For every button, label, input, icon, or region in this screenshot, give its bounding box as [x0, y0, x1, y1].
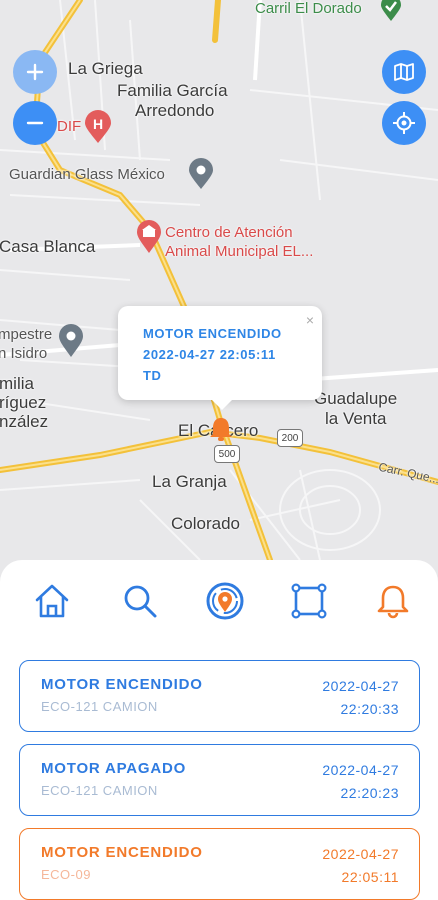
- place-label-carril-el-dorado: Carril El Dorado: [255, 0, 362, 17]
- minus-icon: [26, 121, 44, 125]
- event-date: 2022-04-27: [322, 762, 399, 778]
- zoom-in-button[interactable]: [13, 50, 57, 94]
- crosshair-icon: [393, 112, 415, 134]
- place-label-rodriguez: ríguez: [0, 393, 47, 412]
- event-vehicle: ECO-121 CAMION: [41, 783, 158, 798]
- my-location-button[interactable]: [382, 101, 426, 145]
- place-label-casa-blanca: Casa Blanca: [0, 237, 96, 256]
- place-label-campestre: mpestre: [0, 326, 53, 343]
- event-card[interactable]: MOTOR APAGADO ECO-121 CAMION 2022-04-27 …: [19, 744, 420, 816]
- event-title: MOTOR ENCENDIDO: [41, 676, 203, 693]
- nav-geofence-button[interactable]: [289, 581, 329, 621]
- place-label-animal-municipal: Animal Municipal EL...: [165, 243, 314, 260]
- event-vehicle: ECO-09: [41, 867, 91, 882]
- place-label-gonzalez: nzález: [0, 412, 49, 431]
- zoom-out-button[interactable]: [13, 101, 57, 145]
- place-label-guardian: Guardian Glass México: [9, 166, 165, 183]
- search-icon: [124, 585, 157, 618]
- event-date: 2022-04-27: [322, 678, 399, 694]
- nav-search-button[interactable]: [120, 581, 160, 621]
- place-label-familia: milia: [0, 374, 34, 393]
- place-pin-icon: [380, 0, 402, 27]
- map-layers-button[interactable]: [382, 50, 426, 94]
- place-label-la-granja: La Granja: [152, 472, 227, 491]
- map-icon: [394, 63, 414, 81]
- vehicle-marker-icon[interactable]: [206, 414, 236, 449]
- place-label-guadalupe: Guadalupe: [314, 389, 398, 408]
- event-card[interactable]: MOTOR ENCENDIDO ECO-09 2022-04-27 22:05:…: [19, 828, 420, 900]
- road-shield-200: 200: [277, 429, 303, 447]
- popup-close-icon[interactable]: ×: [306, 312, 314, 328]
- place-label-centro-atencion: Centro de Atención: [165, 224, 293, 241]
- event-time: 22:20:23: [340, 785, 399, 801]
- popup-event-title: MOTOR ENCENDIDO: [143, 326, 282, 341]
- bell-icon: [377, 585, 409, 619]
- nav-alerts-button[interactable]: [373, 581, 413, 621]
- place-label-familia-garcia: Familia García: [117, 81, 228, 100]
- event-time: 22:05:11: [341, 869, 399, 885]
- nav-tracking-button[interactable]: [205, 581, 245, 621]
- place-label-arredondo: Arredondo: [135, 101, 215, 120]
- event-popup[interactable]: MOTOR ENCENDIDO 2022-04-27 22:05:11 TD ×: [118, 306, 322, 410]
- popup-event-datetime: 2022-04-27 22:05:11: [143, 347, 276, 362]
- event-time: 22:20:33: [340, 701, 399, 717]
- plus-icon: [26, 63, 44, 81]
- svg-text:H: H: [93, 116, 103, 132]
- event-title: MOTOR APAGADO: [41, 760, 187, 777]
- hospital-pin-icon: H: [84, 110, 112, 149]
- home-icon: [35, 584, 69, 618]
- geofence-icon: [291, 583, 327, 619]
- popup-event-code: TD: [143, 368, 162, 383]
- nav-home-button[interactable]: [32, 581, 72, 621]
- government-pin-icon: [136, 220, 162, 259]
- event-card[interactable]: MOTOR ENCENDIDO ECO-121 CAMION 2022-04-2…: [19, 660, 420, 732]
- event-title: MOTOR ENCENDIDO: [41, 844, 203, 861]
- place-label-la-venta: la Venta: [325, 409, 387, 428]
- place-label-dif: DIF: [57, 118, 82, 135]
- event-date: 2022-04-27: [322, 846, 399, 862]
- place-label-la-griega: La Griega: [68, 59, 143, 78]
- place-pin-icon-2: [58, 324, 84, 363]
- place-label-colorado: Colorado: [171, 514, 240, 533]
- business-pin-icon: [188, 158, 214, 195]
- map-view[interactable]: Carril El Dorado La Griega Familia Garcí…: [0, 0, 438, 600]
- event-vehicle: ECO-121 CAMION: [41, 699, 158, 714]
- tracking-icon: [206, 582, 244, 620]
- place-label-san-isidro: n Isidro: [0, 345, 48, 362]
